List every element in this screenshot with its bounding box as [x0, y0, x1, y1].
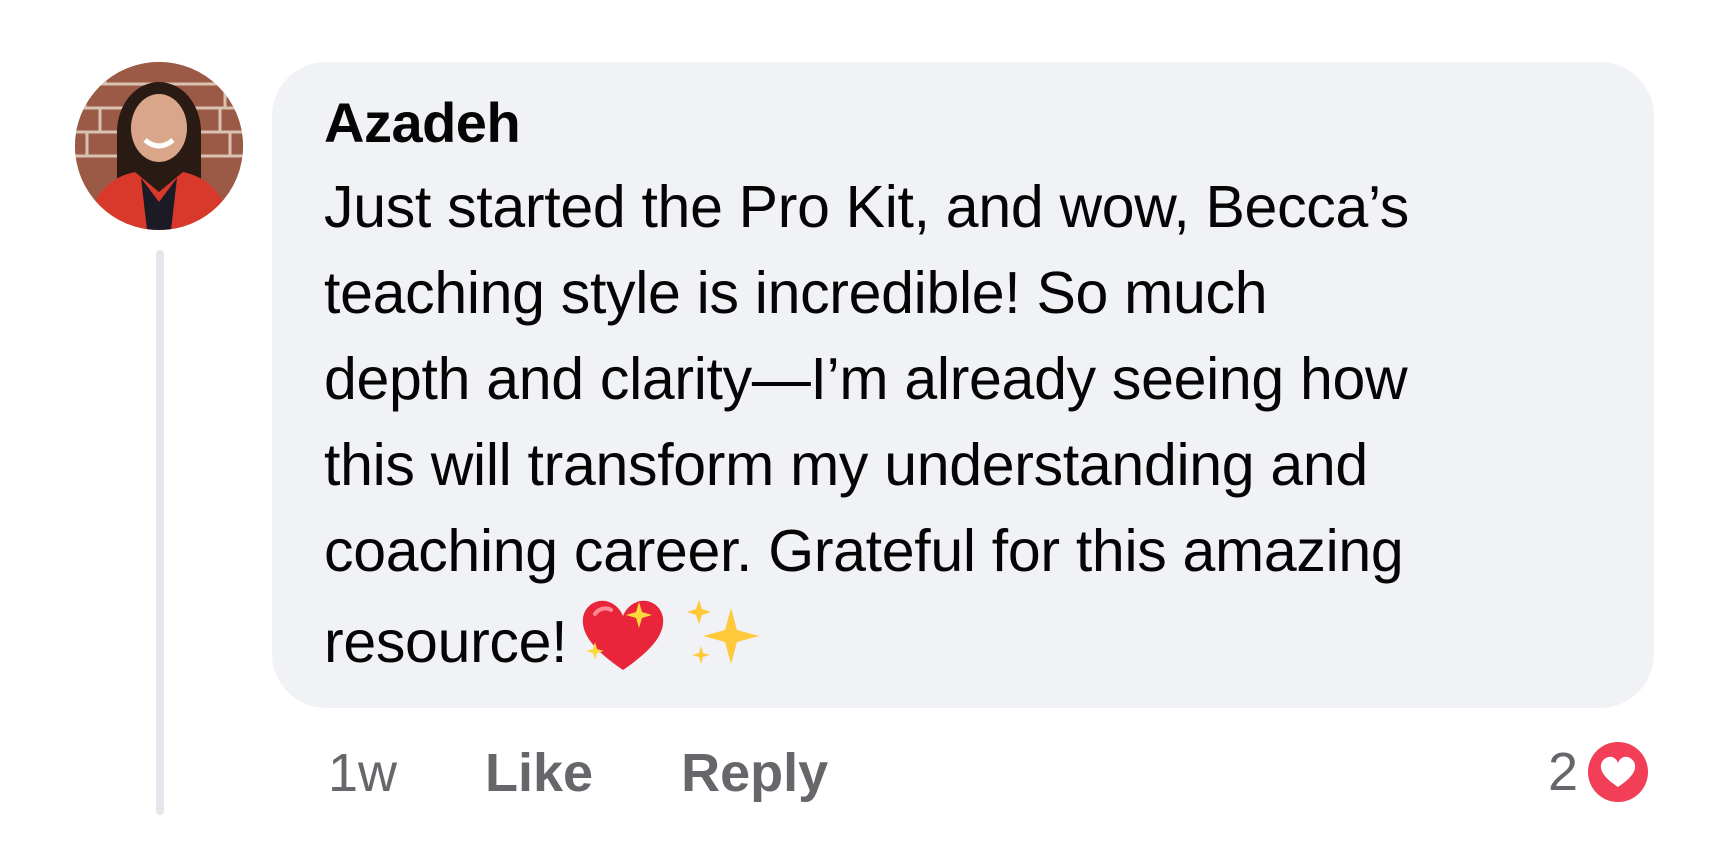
comment-actions: 1w Like Reply — [328, 738, 916, 808]
reaction-count: 2 — [1547, 742, 1578, 802]
comment-text-line: this will transform my understanding and — [324, 432, 1368, 498]
comment-text-line: resource! — [324, 609, 568, 675]
like-button[interactable]: Like — [485, 742, 593, 804]
comment-text-line: coaching career. Grateful for this amazi… — [324, 518, 1404, 584]
reply-button[interactable]: Reply — [681, 742, 828, 804]
comment-author[interactable]: Azadeh — [324, 88, 1604, 158]
comment-page: Azadeh Just started the Pro Kit, and wow… — [0, 0, 1728, 850]
comment-timestamp[interactable]: 1w — [328, 742, 397, 804]
comment-text-line: teaching style is incredible! So much — [324, 260, 1268, 326]
comment-text-line: depth and clarity—I’m already seeing how — [324, 346, 1408, 412]
avatar[interactable] — [75, 62, 243, 230]
sparkles-icon — [679, 594, 771, 676]
profile-photo-icon — [75, 62, 243, 230]
comment-text-last-line: resource! — [324, 594, 1604, 685]
reaction-summary[interactable]: 2 — [1548, 736, 1652, 808]
love-reaction-icon — [1584, 738, 1652, 806]
comment-text-line: Just started the Pro Kit, and wow, Becca… — [324, 174, 1409, 240]
thread-line — [156, 250, 164, 815]
comment-text: Just started the Pro Kit, and wow, Becca… — [324, 164, 1604, 685]
sparkling-heart-icon — [577, 594, 669, 676]
comment-bubble: Azadeh Just started the Pro Kit, and wow… — [272, 62, 1654, 708]
